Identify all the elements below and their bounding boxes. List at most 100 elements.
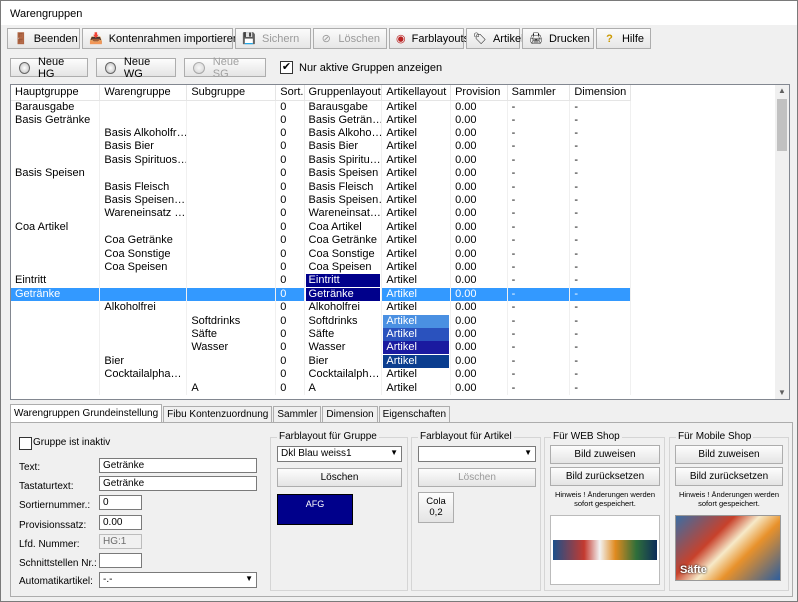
table-cell: -: [569, 314, 631, 328]
table-row[interactable]: Getränke 0 Getränke Artikel 0.00 - -: [11, 287, 631, 301]
tastatur-field[interactable]: Getränke: [99, 476, 257, 491]
artikel-button[interactable]: 🏷 Artikel: [466, 28, 524, 49]
new-sg-button[interactable]: Neue SG: [184, 56, 266, 80]
web-assign-button[interactable]: Bild zuweisen: [550, 445, 660, 464]
column-header[interactable]: Artikellayout: [381, 85, 452, 101]
cell-text: -: [511, 234, 516, 247]
table-cell: Artikel: [381, 314, 452, 328]
table-row[interactable]: Wareneinsatz … 0 Wareneinsat… Artikel 0.00 - -: [11, 207, 631, 221]
farb-artikel-delete-button[interactable]: Löschen: [418, 468, 536, 487]
table-row[interactable]: Säfte 0 Säfte Artikel 0.00 - -: [11, 327, 631, 342]
table-cell: [186, 234, 277, 248]
schnitt-field[interactable]: [99, 553, 142, 568]
new-wg-button[interactable]: Neue WG: [96, 56, 176, 80]
table-row[interactable]: Basis Spirituos… 0 Basis Spiritu… Artikel 0.…: [11, 153, 631, 168]
sort-field[interactable]: 0: [99, 495, 142, 510]
new-hg-button[interactable]: Neue HG: [10, 56, 88, 80]
tab-grundeinstellung[interactable]: Warengruppen Grundeinstellung: [10, 404, 163, 422]
hilfe-button[interactable]: ? Hilfe: [596, 28, 651, 49]
table-row[interactable]: Alkoholfrei 0 Alkoholfrei Artikel 0.00 - -: [11, 300, 631, 315]
drucken-button[interactable]: 🖨 Drucken: [522, 28, 594, 49]
tab-sammler[interactable]: Sammler: [273, 406, 322, 422]
sichern-button[interactable]: 💾 Sichern: [235, 28, 311, 49]
loeschen-button[interactable]: ⊘ Löschen: [313, 28, 387, 49]
table-cell: 0.00: [450, 354, 508, 368]
table-cell: -: [507, 126, 571, 141]
auto-select[interactable]: -.- ▼: [99, 572, 257, 588]
cell-text: 0.00: [455, 153, 477, 166]
table-row[interactable]: Basis Alkoholfr… 0 Basis Alkoho… Artikel 0.0…: [11, 126, 631, 141]
mobile-shop-title: Für Mobile Shop: [676, 431, 754, 442]
table-cell: [99, 167, 188, 181]
cell-text: Artikel: [383, 327, 450, 341]
cell-text: -: [574, 180, 578, 193]
cell-text: Artikel: [383, 354, 450, 368]
table-row[interactable]: Wasser 0 Wasser Artikel 0.00 - -: [11, 341, 631, 355]
cell-text: Artikel: [386, 167, 417, 180]
cell-text: 0: [280, 381, 287, 394]
table-cell: -: [569, 113, 631, 127]
table-row[interactable]: Coa Sonstige 0 Coa Sonstige Artikel 0.00 - -: [11, 247, 631, 261]
column-header[interactable]: Dimension: [569, 85, 631, 101]
table-cell: Coa Sonstige: [99, 247, 188, 261]
farblayouts-button[interactable]: ◉ Farblayouts: [389, 28, 469, 49]
table-row[interactable]: Basis Speisen… 0 Basis Speisen… Artikel 0.00…: [11, 193, 631, 208]
column-header[interactable]: Gruppenlayout: [304, 85, 383, 101]
cell-text: -: [574, 153, 578, 166]
table-row[interactable]: Coa Artikel 0 Coa Artikel Artikel 0.00 - -: [11, 220, 631, 235]
only-active-checkbox[interactable]: ✔: [280, 61, 293, 74]
table-cell: Coa Speisen: [304, 260, 383, 275]
table-cell: [11, 354, 101, 368]
table-cell: Basis Bier: [304, 140, 383, 154]
scroll-thumb[interactable]: [777, 99, 787, 151]
table-cell: [186, 140, 277, 154]
table-row[interactable]: Bier 0 Bier Artikel 0.00 - -: [11, 354, 631, 368]
cell-text: 0.00: [455, 327, 477, 340]
scroll-up-icon[interactable]: ▲: [775, 85, 789, 97]
table-row[interactable]: Basis Speisen 0 Basis Speisen Artikel 0.00 - -: [11, 167, 631, 181]
table-cell: -: [507, 314, 571, 328]
table-cell: Basis Fleisch: [304, 180, 383, 194]
cell-text: Coa Getränke: [308, 234, 378, 247]
column-header[interactable]: Sort.: [275, 85, 305, 101]
mobile-assign-button[interactable]: Bild zuweisen: [675, 445, 783, 464]
table-row[interactable]: Coa Speisen 0 Coa Speisen Artikel 0.00 - -: [11, 260, 631, 275]
beenden-button[interactable]: 🚪 Beenden: [7, 28, 80, 49]
mobile-reset-button[interactable]: Bild zurücksetzen: [675, 467, 783, 486]
table-cell: [186, 367, 277, 382]
column-header[interactable]: Warengruppe: [99, 85, 188, 101]
table-row[interactable]: Softdrinks 0 Softdrinks Artikel 0.00 - -: [11, 314, 631, 328]
group-grid[interactable]: Hauptgruppe Warengruppe Subgruppe Sort. Grup…: [10, 84, 790, 400]
column-header[interactable]: Sammler: [507, 85, 571, 101]
farb-artikel-select[interactable]: ▼: [418, 446, 536, 462]
table-row[interactable]: Basis Bier 0 Basis Bier Artikel 0.00 - -: [11, 140, 631, 154]
tab-eigenschaften[interactable]: Eigenschaften: [378, 406, 451, 422]
farb-gruppe-select[interactable]: Dkl Blau weiss1 ▼: [277, 446, 402, 462]
table-row[interactable]: Cocktailalpha… 0 Cocktailalph… Artikel 0.00 -…: [11, 367, 631, 382]
table-row[interactable]: Coa Getränke 0 Coa Getränke Artikel 0.00 - -: [11, 234, 631, 248]
web-reset-button[interactable]: Bild zurücksetzen: [550, 467, 660, 486]
farb-gruppe-delete-button[interactable]: Löschen: [277, 468, 402, 487]
kontenrahmen-import-button[interactable]: 📥 Kontenrahmen importieren: [82, 28, 239, 49]
cell-text: Artikel: [386, 274, 417, 287]
column-header[interactable]: Hauptgruppe: [11, 85, 101, 101]
column-header[interactable]: Subgruppe: [186, 85, 277, 101]
text-field[interactable]: Getränke: [99, 458, 257, 473]
tab-fibu[interactable]: Fibu Kontenzuordnung: [163, 406, 273, 422]
table-cell: Basis Bier: [99, 140, 188, 154]
table-row[interactable]: A 0 A Artikel 0.00 - -: [11, 381, 631, 395]
new-sg-icon: [193, 61, 205, 74]
cell-text: 0.00: [455, 140, 477, 153]
prov-field[interactable]: 0.00: [99, 515, 142, 530]
table-row[interactable]: Eintritt 0 Eintritt Artikel 0.00 - -: [11, 274, 631, 288]
table-cell: Softdrinks: [304, 314, 383, 328]
cell-text: Artikel: [386, 180, 417, 193]
table-row[interactable]: Basis Getränke 0 Basis Geträn… Artikel 0.00 -…: [11, 113, 631, 127]
column-header[interactable]: Provision: [450, 85, 508, 101]
scroll-down-icon[interactable]: ▼: [775, 387, 789, 399]
tab-dimension[interactable]: Dimension: [322, 406, 378, 422]
inactive-checkbox[interactable]: [19, 437, 32, 450]
grid-vertical-scrollbar[interactable]: ▲ ▼: [775, 85, 789, 399]
table-row[interactable]: Basis Fleisch 0 Basis Fleisch Artikel 0.00 - -: [11, 180, 631, 194]
table-row[interactable]: Barausgabe 0 Barausgabe Artikel 0.00 - -: [11, 100, 631, 114]
